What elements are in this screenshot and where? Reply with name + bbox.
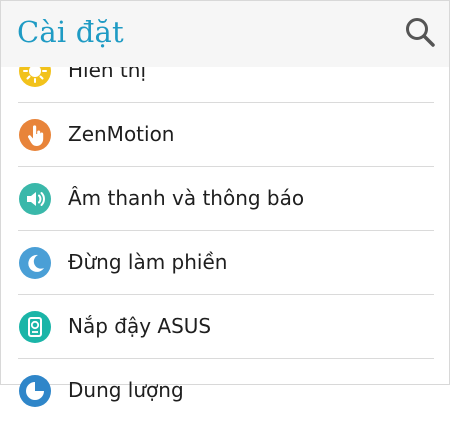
moon-icon [19, 247, 51, 279]
settings-item-asus-cover[interactable]: Nắp đậy ASUS [1, 295, 449, 359]
settings-item-storage[interactable]: Dung lượng [1, 359, 449, 423]
settings-item-label: Đừng làm phiền [68, 250, 228, 274]
speaker-icon [19, 183, 51, 215]
settings-item-label: Nắp đậy ASUS [68, 314, 212, 338]
storage-icon [19, 375, 51, 407]
settings-item-zenmotion[interactable]: ZenMotion [1, 103, 449, 167]
cover-icon [19, 311, 51, 343]
page-title: Cài đặt [17, 15, 124, 49]
settings-item-label: Âm thanh và thông báo [68, 186, 305, 210]
settings-item-do-not-disturb[interactable]: Đừng làm phiền [1, 231, 449, 295]
settings-item-label: ZenMotion [68, 122, 175, 146]
hand-gesture-icon [19, 119, 51, 151]
settings-list: Hiển thị ZenMotion Âm thanh và thông báo [1, 39, 449, 423]
search-icon[interactable] [403, 15, 437, 49]
settings-item-sound[interactable]: Âm thanh và thông báo [1, 167, 449, 231]
settings-item-label: Dung lượng [68, 378, 184, 402]
app-bar: Cài đặt [1, 1, 449, 67]
